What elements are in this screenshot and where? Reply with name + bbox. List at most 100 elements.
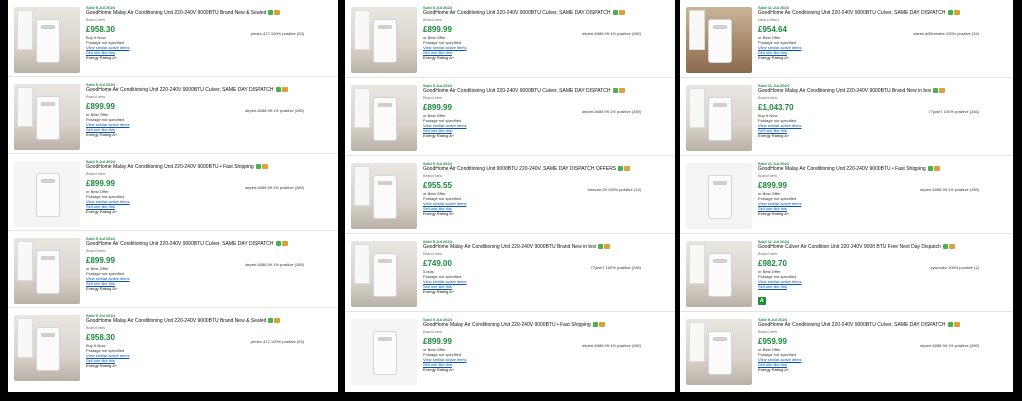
seller-info[interactable]: deperi-6088 99.1% positive (289) — [582, 109, 641, 114]
item-condition: Brand new — [86, 171, 106, 176]
window-graphic — [17, 241, 33, 281]
listing-title[interactable]: GoodHome Air Conditioning Unit 220-240V … — [758, 10, 1007, 17]
listing-item[interactable]: Sold 5 Jul 2024 GoodHome Malay Air Condi… — [8, 0, 338, 77]
listing-item[interactable]: Sold 5 Jul 2024 GoodHome Malay Air Condi… — [345, 312, 675, 390]
listing-title[interactable]: GoodHome Air Conditioning Unit 9000BTU 2… — [423, 166, 669, 173]
seller-info[interactable]: zywoolez 100% positive (2) — [931, 265, 979, 270]
listing-title[interactable]: GoodHome Air Conditioning Unit 220-240V … — [86, 241, 332, 248]
dispatch-icon — [598, 322, 605, 328]
seller-info[interactable]: deperi-6088 99.1% positive (289) — [582, 31, 641, 36]
product-thumbnail[interactable] — [351, 85, 417, 151]
energy-rating: Energy Rating A+ — [758, 133, 790, 138]
air-conditioner-image — [373, 175, 397, 219]
listing-item[interactable]: Sold 11 Jul 2024 GoodHome Malay Air Cond… — [680, 156, 1013, 234]
listing-item[interactable]: Sold 5 Jul 2024 GoodHome Malay Air Condi… — [345, 234, 675, 312]
product-thumbnail[interactable] — [14, 238, 80, 304]
seller-info[interactable]: deperi-6088 99.1% positive (289) — [245, 185, 304, 190]
energy-label-badge: A — [758, 297, 766, 305]
verified-icon — [942, 244, 948, 250]
product-thumbnail[interactable] — [351, 241, 417, 307]
air-conditioner-image — [373, 253, 397, 297]
listing-title[interactable]: GoodHome Malay Air Conditioning Unit 220… — [86, 164, 332, 171]
listing-item[interactable]: Sold 5 Jul 2024 GoodHome Air Conditionin… — [345, 78, 675, 156]
seller-info[interactable]: deperi-6088 99.1% positive (289) — [245, 262, 304, 267]
seller-info[interactable]: deperi-6088 99.1% positive (289) — [920, 343, 979, 348]
product-thumbnail[interactable] — [686, 319, 752, 385]
listing-item[interactable]: Sold 6 Jul 2024 GoodHome Air Conditionin… — [345, 0, 675, 78]
product-thumbnail[interactable] — [351, 163, 417, 229]
item-condition: Brand new — [758, 329, 778, 334]
seller-info[interactable]: keevan-29 100% positive (14) — [588, 187, 641, 192]
dispatch-icon — [953, 10, 960, 16]
listing-title[interactable]: GoodHome Malay Air Conditioning Unit 220… — [423, 244, 669, 251]
seller-info[interactable]: deperi-6088 99.1% positive (289) — [245, 108, 304, 113]
product-thumbnail[interactable] — [14, 315, 80, 381]
product-thumbnail[interactable] — [351, 319, 417, 385]
air-conditioner-image — [708, 19, 732, 63]
sell-one-link[interactable]: Sell one like this — [758, 284, 1007, 289]
listing-item[interactable]: Sold 11 Jul 2024 GoodHome Culver Air Con… — [680, 234, 1013, 312]
seller-info[interactable]: 77josh7 100% positive (246) — [929, 109, 979, 114]
product-thumbnail[interactable] — [686, 7, 752, 73]
listing-item[interactable]: Sold 5 Jul 2024 GoodHome Malay Air Condi… — [8, 154, 338, 231]
listing-title[interactable]: GoodHome Air Conditioning Unit 220-240V … — [423, 88, 669, 95]
dispatch-icon — [281, 241, 288, 247]
dispatch-icon — [618, 10, 625, 16]
seller-info[interactable]: prmec-472 100% positive (53) — [251, 339, 304, 344]
listing-title[interactable]: GoodHome Malay Air Conditioning Unit 220… — [423, 322, 669, 329]
product-thumbnail[interactable] — [14, 84, 80, 150]
dispatch-icon — [604, 244, 611, 250]
air-conditioner-image — [373, 97, 397, 141]
listing-title[interactable]: GoodHome Malay Air Conditioning Unit 220… — [86, 10, 332, 17]
seller-info[interactable]: prmec-472 100% positive (53) — [251, 31, 304, 36]
seller-info[interactable]: deperi-6088 99.1% positive (289) — [920, 187, 979, 192]
item-condition: Brand new — [86, 17, 106, 22]
listing-title[interactable]: GoodHome Air Conditioning Unit 220-240V … — [86, 87, 332, 94]
listing-title[interactable]: GoodHome Malay Air Conditioning Unit 220… — [86, 318, 332, 325]
energy-rating: Energy Rating A+ — [758, 367, 790, 372]
results-column-2: Sold 6 Jul 2024 GoodHome Air Conditionin… — [345, 0, 675, 392]
listing-item[interactable]: Sold 5 Jul 2024 GoodHome Air Conditionin… — [345, 156, 675, 234]
seller-info[interactable]: deperi-6088 99.1% positive (289) — [582, 343, 641, 348]
listing-title[interactable]: GoodHome Malay Air Conditioning Unit 220… — [758, 88, 1007, 95]
product-thumbnail[interactable] — [351, 7, 417, 73]
energy-rating: Energy Rating A+ — [86, 286, 118, 291]
item-condition: Brand new — [423, 173, 443, 178]
listing-item[interactable]: Sold 9 Jul 2024 GoodHome Air Conditionin… — [680, 312, 1013, 390]
product-thumbnail[interactable] — [686, 163, 752, 229]
window-graphic — [17, 87, 33, 127]
air-conditioner-image — [36, 19, 60, 63]
listing-title[interactable]: GoodHome Malay Air Conditioning Unit 220… — [758, 166, 1007, 173]
listing-title[interactable]: GoodHome Air Conditioning Unit 220-240V … — [423, 10, 669, 17]
listing-title[interactable]: GoodHome Air Conditioning Unit 220-240V … — [758, 322, 1007, 329]
item-condition: Brand new — [423, 329, 443, 334]
product-thumbnail[interactable] — [14, 7, 80, 73]
window-graphic — [689, 322, 705, 362]
verified-icon — [268, 318, 274, 324]
item-condition: Brand new — [423, 95, 443, 100]
air-conditioner-image — [36, 96, 60, 140]
product-thumbnail[interactable] — [14, 161, 80, 227]
energy-rating: Energy Rating A+ — [423, 289, 455, 294]
window-graphic — [354, 88, 370, 128]
energy-rating: Energy Rating A+ — [423, 55, 455, 60]
product-thumbnail[interactable] — [686, 85, 752, 151]
listing-item[interactable]: Sold 11 Jul 2024 GoodHome Air Conditioni… — [680, 0, 1013, 78]
listing-item[interactable]: Sold 5 Jul 2024 GoodHome Air Conditionin… — [8, 231, 338, 308]
energy-rating: Energy Rating A+ — [758, 55, 790, 60]
listing-item[interactable]: Sold 5 Jul 2024 GoodHome Malay Air Condi… — [8, 308, 338, 385]
listing-title[interactable]: GoodHome Culver Air Condition Unit 220-2… — [758, 244, 1007, 251]
listing-item[interactable]: Sold 5 Jul 2024 GoodHome Air Conditionin… — [8, 77, 338, 154]
product-thumbnail[interactable] — [686, 241, 752, 307]
window-graphic — [354, 10, 370, 50]
window-graphic — [354, 244, 370, 284]
verified-icon — [947, 322, 953, 328]
verified-icon — [275, 241, 281, 247]
energy-rating: Energy Rating A+ — [86, 132, 118, 137]
seller-info[interactable]: 77josh7 100% positive (246) — [591, 265, 641, 270]
air-conditioner-image — [373, 19, 397, 63]
seller-info[interactable]: clarke.lu55mmthe 100% positive (34) — [913, 31, 979, 36]
listing-item[interactable]: Sold 11 Jul 2024 GoodHome Malay Air Cond… — [680, 78, 1013, 156]
air-conditioner-image — [708, 97, 732, 141]
dispatch-icon — [618, 88, 625, 94]
